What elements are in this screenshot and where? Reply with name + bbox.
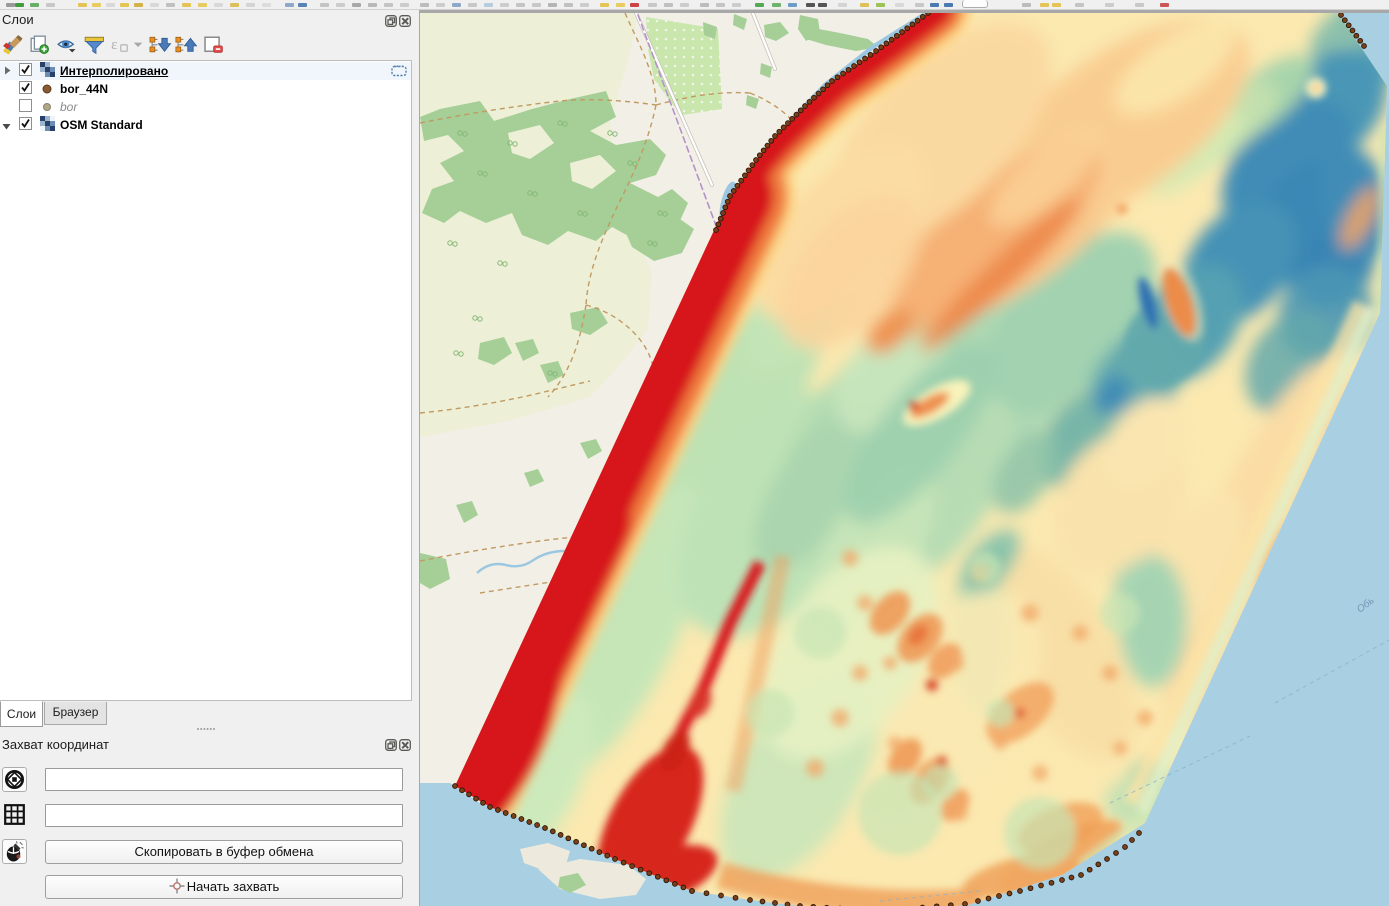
svg-text:ε: ε xyxy=(111,37,117,53)
